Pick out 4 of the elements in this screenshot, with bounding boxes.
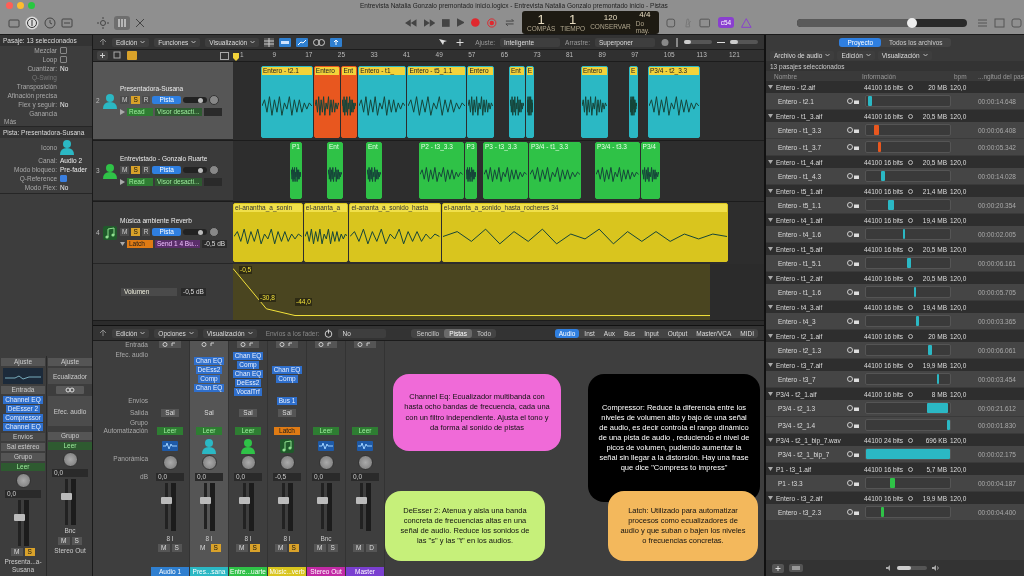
time-signature: 4/4 <box>639 11 651 19</box>
beat-number: 1 <box>569 12 577 26</box>
bar-number: 1 <box>537 12 545 26</box>
tempo-value: 120 <box>603 14 618 23</box>
